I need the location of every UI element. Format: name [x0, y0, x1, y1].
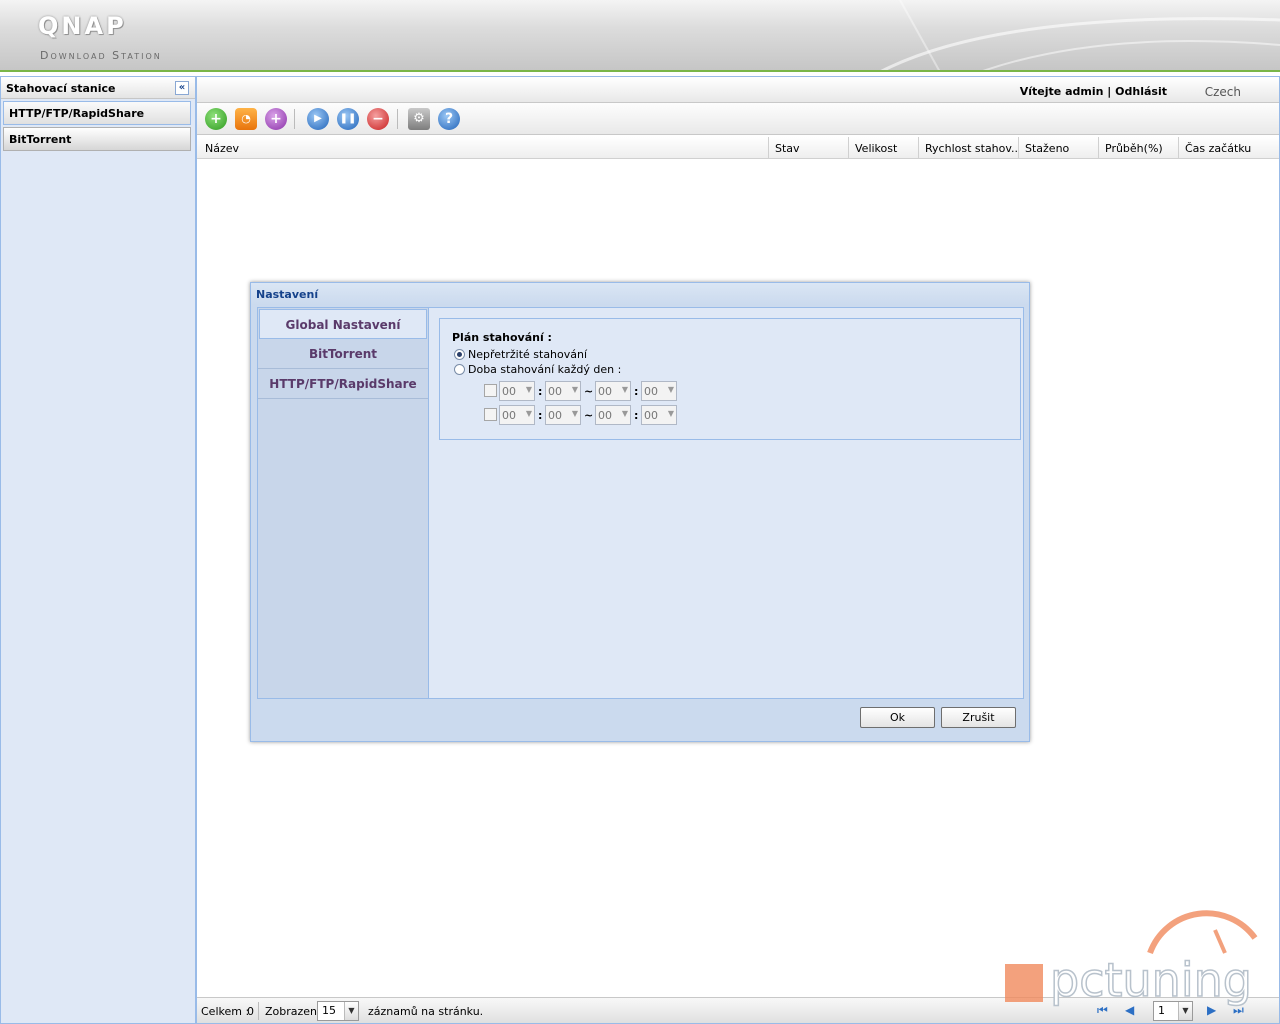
time-value: 00 — [548, 409, 562, 422]
column-size[interactable]: Velikost — [849, 137, 919, 159]
total-label: Celkem : — [201, 1005, 250, 1018]
separator: | — [1107, 85, 1112, 98]
time-value: 00 — [598, 385, 612, 398]
column-progress[interactable]: Průběh(%) — [1099, 137, 1179, 159]
chevron-down-icon: ▼ — [667, 385, 674, 394]
tab-global-settings[interactable]: Global Nastavení — [259, 309, 427, 339]
time-value: 00 — [598, 409, 612, 422]
page-size-value: 15 — [322, 1004, 336, 1017]
stop-icon[interactable]: − — [367, 108, 389, 130]
radio-daily[interactable] — [454, 364, 465, 375]
total-count: 0 — [247, 1005, 254, 1018]
welcome-text: Vítejte admin | Odhlásit — [1020, 85, 1167, 98]
column-speed[interactable]: Rychlost stahov... — [919, 137, 1019, 159]
time-value: 00 — [644, 409, 658, 422]
radio-continuous-label: Nepřetržité stahování — [468, 348, 588, 361]
chevron-down-icon: ▼ — [621, 385, 628, 394]
add-download-icon[interactable]: + — [205, 108, 227, 130]
qnap-logo: QNAP — [38, 12, 127, 40]
left-panel-title: Stahovací stanice « — [1, 77, 195, 99]
chevron-down-icon: ▼ — [667, 409, 674, 418]
tab-bittorrent[interactable]: BitTorrent — [258, 339, 428, 369]
ok-button[interactable]: Ok — [860, 707, 935, 728]
time-value: 00 — [502, 409, 516, 422]
time-value: 00 — [502, 385, 516, 398]
per-page-label: záznamů na stránku. — [368, 1005, 484, 1018]
chevron-down-icon: ▼ — [621, 409, 628, 418]
colon: : — [538, 409, 543, 422]
radio-continuous[interactable] — [454, 349, 465, 360]
tab-http-ftp-rapidshare[interactable]: HTTP/FTP/RapidShare — [258, 369, 428, 399]
rss-add-icon[interactable]: ◔ — [235, 108, 257, 130]
sidebar-item-bittorrent[interactable]: BitTorrent — [3, 127, 191, 151]
language-select[interactable]: Czech — [1205, 85, 1241, 99]
collapse-panel-icon[interactable]: « — [175, 81, 189, 95]
footer-separator — [258, 1002, 259, 1020]
sidebar-item-label: HTTP/FTP/RapidShare — [9, 107, 145, 120]
time-row-1-start-hour[interactable]: 00 ▼ — [499, 381, 535, 401]
logout-link[interactable]: Odhlásit — [1115, 85, 1167, 98]
left-panel: Stahovací stanice « HTTP/FTP/RapidShare … — [0, 76, 196, 1024]
app-subtitle: Download Station — [40, 49, 162, 62]
add-purple-icon[interactable]: + — [265, 108, 287, 130]
grid-header: Název Stav Velikost Rychlost stahov... S… — [197, 137, 1279, 159]
tilde: ~ — [584, 409, 594, 422]
dialog-nav: Global Nastavení BitTorrent HTTP/FTP/Rap… — [258, 308, 429, 698]
pause-icon[interactable]: ❚❚ — [337, 108, 359, 130]
pctuning-watermark: pctuning — [1000, 908, 1270, 1011]
time-row-2-checkbox[interactable] — [484, 408, 497, 421]
shown-label: Zobrazeno — [265, 1005, 324, 1018]
time-row-1-end-minute[interactable]: 00 ▼ — [641, 381, 677, 401]
left-panel-title-text: Stahovací stanice — [6, 82, 116, 95]
cancel-button[interactable]: Zrušit — [941, 707, 1016, 728]
chevron-down-icon: ▼ — [571, 385, 578, 394]
column-downloaded[interactable]: Staženo — [1019, 137, 1099, 159]
settings-dialog: Nastavení Global Nastavení BitTorrent HT… — [250, 282, 1030, 742]
time-row-1-end-hour[interactable]: 00 ▼ — [595, 381, 631, 401]
time-row-1-checkbox[interactable] — [484, 384, 497, 397]
radio-daily-label: Doba stahování každý den : — [468, 363, 622, 376]
time-row-2-start-hour[interactable]: 00 ▼ — [499, 405, 535, 425]
svg-text:pctuning: pctuning — [1050, 953, 1252, 1007]
top-bar: Vítejte admin | Odhlásit Czech — [197, 77, 1279, 103]
time-row-2-end-minute[interactable]: 00 ▼ — [641, 405, 677, 425]
toolbar: + ◔ + ▶ ❚❚ − ⚙ ? — [197, 103, 1279, 135]
colon: : — [634, 409, 639, 422]
sidebar-item-label: BitTorrent — [9, 133, 72, 146]
dialog-content: Plán stahování : Nepřetržité stahování D… — [429, 308, 1023, 698]
time-value: 00 — [548, 385, 562, 398]
app-header: QNAP Download Station — [0, 0, 1280, 72]
dialog-body: Global Nastavení BitTorrent HTTP/FTP/Rap… — [257, 307, 1024, 699]
sidebar-item-http-ftp-rapidshare[interactable]: HTTP/FTP/RapidShare — [3, 101, 191, 125]
schedule-legend: Plán stahování : — [452, 331, 552, 344]
header-swoosh — [880, 0, 1280, 70]
column-start-time[interactable]: Čas začátku — [1179, 137, 1279, 159]
colon: : — [538, 385, 543, 398]
help-icon[interactable]: ? — [438, 108, 460, 130]
chevron-down-icon: ▼ — [571, 409, 578, 418]
toolbar-separator — [397, 109, 398, 129]
chevron-down-icon: ▼ — [525, 385, 532, 394]
time-value: 00 — [644, 385, 658, 398]
column-status[interactable]: Stav — [769, 137, 849, 159]
chevron-down-icon: ▼ — [525, 409, 532, 418]
pctuning-logo-graphic: pctuning — [1005, 910, 1258, 1008]
page-size-select[interactable]: 15 ▼ — [317, 1001, 359, 1021]
column-name[interactable]: Název — [199, 137, 769, 159]
start-icon[interactable]: ▶ — [307, 108, 329, 130]
time-row-1-start-minute[interactable]: 00 ▼ — [545, 381, 581, 401]
welcome-prefix: Vítejte — [1019, 85, 1062, 98]
tilde: ~ — [584, 385, 594, 398]
settings-icon[interactable]: ⚙ — [408, 108, 430, 130]
toolbar-separator — [294, 109, 295, 129]
schedule-fieldset: Plán stahování : Nepřetržité stahování D… — [439, 318, 1021, 440]
time-row-2-start-minute[interactable]: 00 ▼ — [545, 405, 581, 425]
dialog-title: Nastavení — [251, 283, 1029, 305]
time-row-2-end-hour[interactable]: 00 ▼ — [595, 405, 631, 425]
username: admin — [1065, 85, 1104, 98]
chevron-down-icon: ▼ — [344, 1002, 358, 1020]
colon: : — [634, 385, 639, 398]
